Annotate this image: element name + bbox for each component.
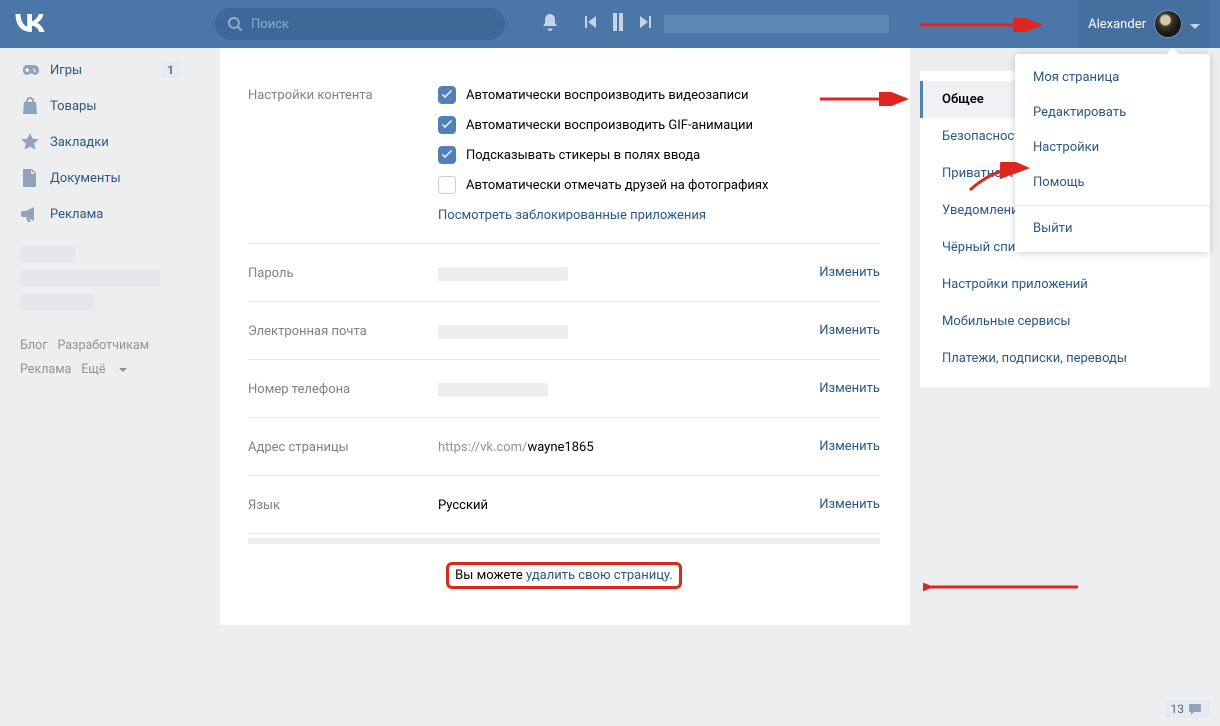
menu-logout[interactable]: Выйти <box>1015 211 1210 246</box>
change-addr-link[interactable]: Изменить <box>819 439 880 454</box>
footer-blog[interactable]: Блог <box>20 338 47 353</box>
prev-track-icon[interactable] <box>582 14 598 34</box>
nav-bookmarks[interactable]: Закладки <box>10 124 190 160</box>
change-lang-link[interactable]: Изменить <box>819 497 880 512</box>
avatar <box>1154 10 1182 38</box>
addr-prefix: https://vk.com/ <box>438 440 527 455</box>
chat-icon <box>1188 702 1202 716</box>
header: Поиск Alexander <box>0 0 1220 48</box>
footer-ads[interactable]: Реклама <box>20 362 71 377</box>
checkbox-checked-icon <box>438 146 456 164</box>
blocked-apps-link[interactable]: Посмотреть заблокированные приложения <box>438 208 706 223</box>
badge: 1 <box>161 62 180 78</box>
nav-goods[interactable]: Товары <box>10 88 190 124</box>
lang-value: Русский <box>438 496 819 513</box>
tab-payments[interactable]: Платежи, подписки, переводы <box>920 340 1210 377</box>
next-track-icon[interactable] <box>638 14 654 34</box>
delete-page-link[interactable]: удалить свою страницу. <box>526 568 673 583</box>
chevron-down-icon <box>1190 19 1200 29</box>
delete-section: Вы можете удалить свою страницу. <box>248 538 880 597</box>
search-icon <box>227 16 243 32</box>
menu-settings[interactable]: Настройки <box>1015 130 1210 165</box>
notifications-icon[interactable] <box>540 12 560 36</box>
annotation-arrow <box>923 580 1083 594</box>
checkbox-unchecked-icon <box>438 176 456 194</box>
now-playing-blurred <box>664 15 889 33</box>
tab-mobile[interactable]: Мобильные сервисы <box>920 303 1210 340</box>
change-password-link[interactable]: Изменить <box>819 265 880 280</box>
checkbox-checked-icon <box>438 86 456 104</box>
nav-games[interactable]: Игры 1 <box>10 52 190 88</box>
footer-devs[interactable]: Разработчикам <box>57 338 149 353</box>
nav-ads[interactable]: Реклама <box>10 196 190 232</box>
user-name: Alexander <box>1088 17 1146 32</box>
menu-separator <box>1015 205 1210 206</box>
delete-prefix: Вы можете <box>455 568 526 583</box>
menu-edit[interactable]: Редактировать <box>1015 95 1210 130</box>
doc-icon <box>20 168 40 188</box>
addr-label: Адрес страницы <box>248 438 438 455</box>
menu-help[interactable]: Помощь <box>1015 165 1210 200</box>
star-icon <box>20 132 40 152</box>
chat-badge[interactable]: 13 <box>1165 700 1211 718</box>
search-input[interactable]: Поиск <box>215 8 505 40</box>
user-dropdown: Моя страница Редактировать Настройки Пом… <box>1015 54 1210 252</box>
content-settings-label: Настройки контента <box>248 86 438 103</box>
change-email-link[interactable]: Изменить <box>819 323 880 338</box>
password-label: Пароль <box>248 264 438 281</box>
autoplay-video-checkbox[interactable]: Автоматически воспроизводить видеозаписи <box>438 86 880 104</box>
password-blurred <box>438 267 568 281</box>
addr-value: wayne1865 <box>527 440 593 455</box>
email-label: Электронная почта <box>248 322 438 339</box>
delete-highlight-frame: Вы можете удалить свою страницу. <box>446 562 682 589</box>
media-controls <box>582 13 654 35</box>
bag-icon <box>20 96 40 116</box>
user-menu-toggle[interactable]: Alexander <box>1078 0 1210 48</box>
lang-label: Язык <box>248 496 438 513</box>
footer-more[interactable]: Ещё <box>81 362 126 377</box>
nav-documents[interactable]: Документы <box>10 160 190 196</box>
gamepad-icon <box>20 60 40 80</box>
suggest-stickers-checkbox[interactable]: Подсказывать стикеры в полях ввода <box>438 146 880 164</box>
change-phone-link[interactable]: Изменить <box>819 381 880 396</box>
pause-icon[interactable] <box>610 13 626 35</box>
tab-app-settings[interactable]: Настройки приложений <box>920 266 1210 303</box>
autotag-friends-checkbox[interactable]: Автоматически отмечать друзей на фотогра… <box>438 176 880 194</box>
footer-links: Блог Разработчикам Реклама Ещё <box>10 324 190 392</box>
email-blurred <box>438 325 568 339</box>
checkbox-checked-icon <box>438 116 456 134</box>
phone-label: Номер телефона <box>248 380 438 397</box>
vk-logo[interactable] <box>15 10 45 38</box>
settings-panel: Настройки контента Автоматически воспрои… <box>220 48 910 625</box>
menu-my-page[interactable]: Моя страница <box>1015 60 1210 95</box>
autoplay-gif-checkbox[interactable]: Автоматически воспроизводить GIF-анимаци… <box>438 116 880 134</box>
blurred-content <box>20 246 180 310</box>
search-placeholder: Поиск <box>251 17 289 32</box>
phone-blurred <box>438 383 548 397</box>
megaphone-icon <box>20 204 40 224</box>
left-nav: Игры 1 Товары Закладки Документы Реклама… <box>10 52 190 392</box>
